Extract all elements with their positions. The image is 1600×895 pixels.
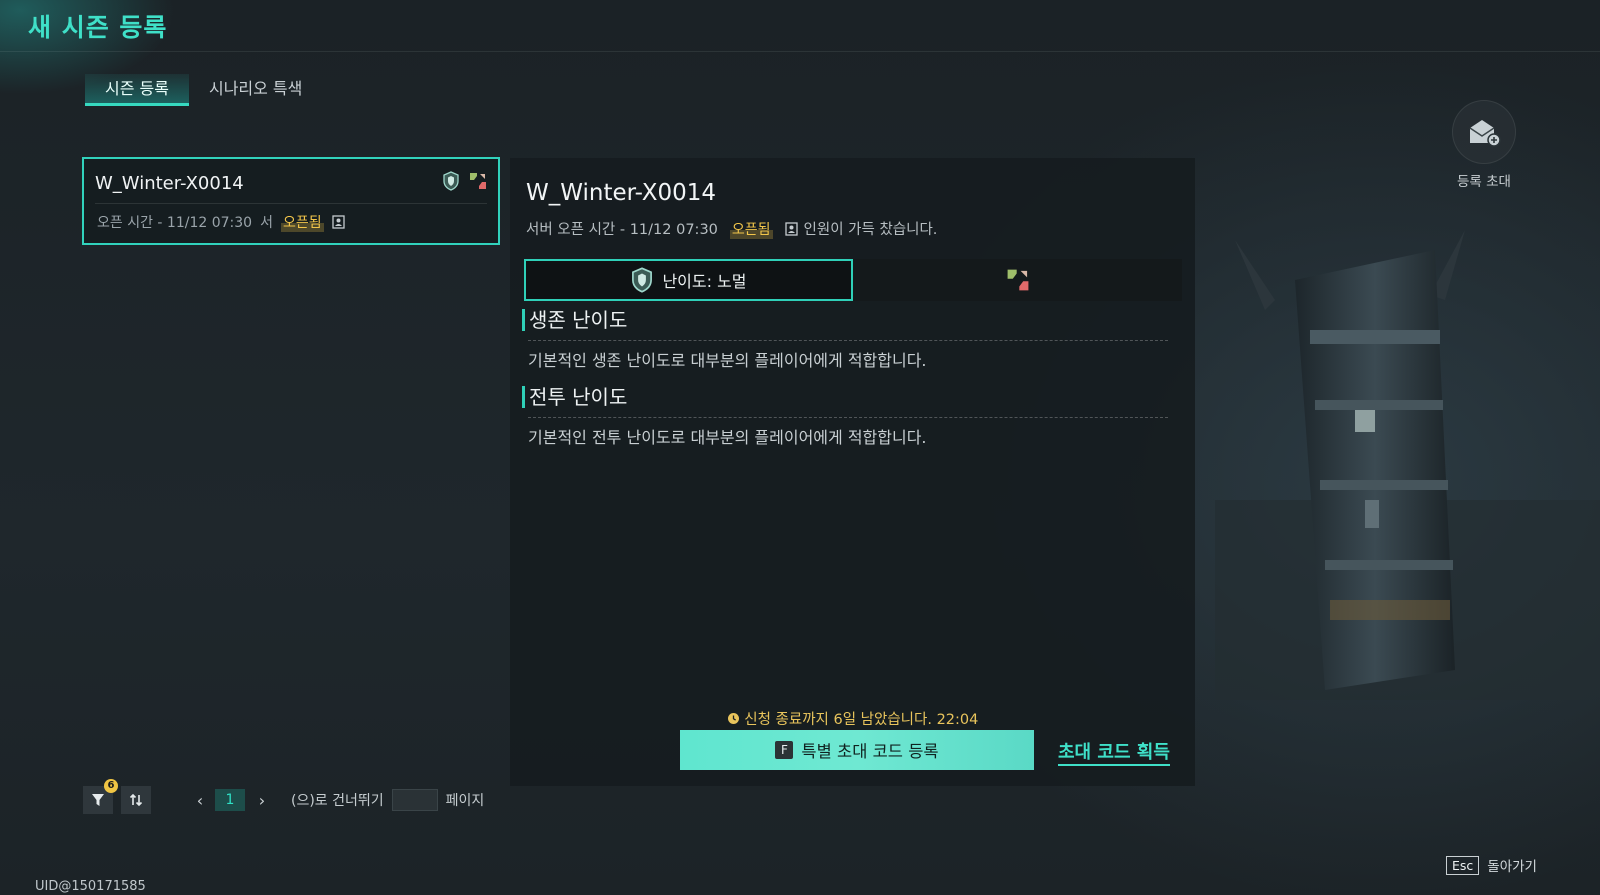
difficulty-tab[interactable]: 난이도: 노멀 <box>524 259 853 301</box>
get-invite-code-link[interactable]: 초대 코드 획득 <box>1058 742 1170 766</box>
season-name: W_Winter-X0014 <box>95 173 244 194</box>
status-badge: 오픈됨 <box>280 212 324 232</box>
section-divider <box>528 417 1168 418</box>
user-uid: UID@150171585 <box>35 879 146 894</box>
difficulty-shield-icon <box>443 171 459 191</box>
detail-title: W_Winter-X0014 <box>526 180 717 206</box>
detail-capacity: 인원이 가득 찼습니다. <box>784 218 938 239</box>
sort-icon <box>129 793 143 807</box>
difficulty-shield-icon <box>632 267 653 293</box>
detail-status-badge: 오픈됨 <box>729 218 773 239</box>
combat-difficulty-heading: 전투 난이도 <box>522 386 627 408</box>
register-invite-label: 등록 초대 <box>1457 174 1511 190</box>
register-button-label: 특별 초대 코드 등록 <box>801 742 939 761</box>
filter-button[interactable]: 6 <box>83 779 118 814</box>
next-page-icon[interactable]: › <box>251 791 273 810</box>
season-open-time: 오픈 시간 - 11/12 07:30 <box>97 215 253 231</box>
register-invite-button[interactable] <box>1452 100 1516 164</box>
difficulty-tab-row: 난이도: 노멀 <box>524 259 1182 301</box>
tower-background-art <box>1215 230 1600 700</box>
scenario-feature-icon <box>1007 269 1028 291</box>
detail-open-time: 서버 오픈 시간 - 11/12 07:30 <box>526 222 718 238</box>
season-register-screen: 새 시즌 등록 시즌 등록 시나리오 특색 W_Winter-X0014 오픈 … <box>0 0 1600 895</box>
register-invite: 등록 초대 <box>1452 100 1516 190</box>
season-meta: 오픈 시간 - 11/12 07:30 서 오픈됨 <box>97 212 345 232</box>
season-server-suffix: 서 <box>260 215 273 231</box>
header-divider <box>0 51 1600 52</box>
survival-difficulty-heading: 생존 난이도 <box>522 309 627 331</box>
tab-scenario-features[interactable]: 시나리오 특색 <box>189 74 322 106</box>
sort-button[interactable] <box>121 786 151 814</box>
register-invite-code-button[interactable]: F 특별 초대 코드 등록 <box>680 730 1034 770</box>
season-card-icons <box>442 171 488 191</box>
season-card-divider <box>95 203 487 204</box>
scenario-feature-tab[interactable] <box>853 259 1182 301</box>
skip-to-label: (으)로 건너뛰기 <box>291 793 384 809</box>
tab-season-register[interactable]: 시즌 등록 <box>85 74 189 106</box>
current-page[interactable]: 1 <box>215 789 245 811</box>
invite-envelope-icon <box>1469 120 1501 147</box>
combat-difficulty-description: 기본적인 전투 난이도로 대부분의 플레이어에게 적합합니다. <box>528 428 927 447</box>
difficulty-tab-label: 난이도: 노멀 <box>662 272 747 291</box>
back-label: 돌아가기 <box>1487 859 1537 875</box>
tab-bar: 시즌 등록 시나리오 특색 <box>85 74 322 106</box>
filter-icon <box>92 794 104 806</box>
filter-count-badge: 6 <box>104 779 118 793</box>
page-title: 새 시즌 등록 <box>28 13 168 42</box>
registration-deadline: 신청 종료까지 6일 남았습니다. 22:04 <box>510 708 1195 729</box>
deadline-text: 신청 종료까지 6일 남았습니다. 22:04 <box>744 712 979 728</box>
back-control: Esc 돌아가기 <box>1446 855 1537 875</box>
page-jump-input[interactable] <box>391 789 438 811</box>
capacity-icon <box>784 221 798 236</box>
esc-key-button[interactable]: Esc <box>1446 855 1480 875</box>
detail-meta: 서버 오픈 시간 - 11/12 07:30 오픈됨 인원이 가득 찼습니다. <box>526 218 937 239</box>
survival-difficulty-description: 기본적인 생존 난이도로 대부분의 플레이어에게 적합합니다. <box>528 351 927 370</box>
pagination-bar: 6 ‹ 1 › (으)로 건너뛰기 페이지 <box>83 779 485 814</box>
clock-icon <box>727 713 739 724</box>
scenario-feature-icon <box>470 173 486 189</box>
season-detail-panel: W_Winter-X0014 서버 오픈 시간 - 11/12 07:30 오픈… <box>510 158 1195 786</box>
season-list-item[interactable]: W_Winter-X0014 오픈 시간 - 11/12 07:30 서 오픈됨 <box>82 157 500 245</box>
prev-page-icon[interactable]: ‹ <box>189 791 211 810</box>
capacity-icon <box>331 215 345 229</box>
page-label: 페이지 <box>445 793 485 809</box>
capacity-text: 인원이 가득 찼습니다. <box>803 222 938 238</box>
section-divider <box>528 340 1168 341</box>
key-hint-f: F <box>775 741 794 759</box>
